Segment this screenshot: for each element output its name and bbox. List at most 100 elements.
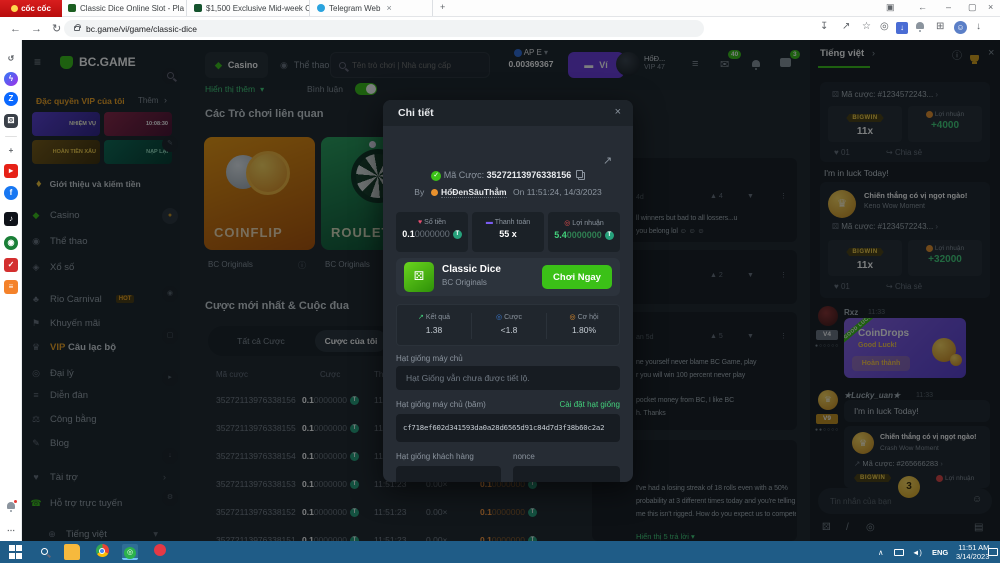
chrome-icon[interactable] — [94, 544, 110, 560]
bcgame-favicon — [68, 4, 76, 12]
tiger-emoji-icon — [431, 189, 438, 196]
red-dot-badge — [13, 499, 18, 504]
reload-icon[interactable]: ↻ — [52, 22, 61, 35]
red-app-icon[interactable] — [152, 544, 168, 560]
bet-id-value: 35272113976338156 — [487, 170, 572, 180]
volume-icon[interactable]: ◄) — [912, 541, 922, 563]
by-label: By — [414, 187, 424, 197]
tab-title: Classic Dice Online Slot - Pla — [80, 4, 184, 13]
divider — [5, 136, 17, 137]
youtube-icon[interactable]: ▸ — [4, 164, 18, 178]
adblock-icon[interactable]: ◎ — [880, 21, 889, 32]
sports-icon[interactable]: ◉ — [4, 236, 18, 250]
stat-label: Cơ hội — [578, 314, 599, 321]
share-icon[interactable]: ↗ — [842, 21, 850, 32]
tab-close-icon[interactable]: × — [386, 3, 391, 13]
file-explorer-icon[interactable] — [64, 544, 80, 560]
tab-classic-dice[interactable]: Classic Dice Online Slot - Pla × — [62, 0, 187, 16]
modal-close-icon[interactable]: × — [615, 106, 621, 118]
forward-icon[interactable]: → — [31, 23, 42, 35]
hashed-seed-field[interactable]: cf718ef602d341593da0a28d6565d91c84d7d3f3… — [396, 414, 620, 442]
minimize-button[interactable]: – — [946, 2, 951, 12]
stat-value-dim: 0000000 — [567, 230, 602, 240]
bettor-username[interactable]: HổĐenSâuThẳm — [441, 187, 507, 198]
server-seed-field[interactable]: Hạt Giống vẫn chưa được tiết lộ. — [396, 366, 620, 390]
clock[interactable]: 11:51 AM 3/14/2023 — [956, 541, 989, 563]
seed-settings-link[interactable]: Cài đặt hạt giống — [560, 400, 621, 409]
bookmark-star-icon[interactable]: ☆ — [862, 21, 871, 32]
tab-strip: cốc cốc Classic Dice Online Slot - Pla ×… — [0, 0, 1000, 17]
nonce-field[interactable] — [513, 466, 620, 482]
panel-icon[interactable]: ▣ — [886, 2, 895, 13]
copy-icon[interactable] — [578, 172, 585, 180]
stat-value-dim: 0000000 — [415, 229, 450, 239]
start-button[interactable] — [8, 544, 24, 560]
taskbar-date: 3/14/2023 — [956, 552, 989, 561]
coccoc-shape: ◎ — [124, 547, 136, 559]
bet-id-row: ✓ Mã Cược: 35272113976338156 — [383, 170, 633, 181]
bcgame-page: ≡ BC.GAME Đặc quyền VIP của tôi Thêm › N… — [22, 40, 1000, 541]
notification-shape — [988, 548, 998, 556]
stat-label: Lợi nhuận — [572, 220, 603, 227]
sync-arrow-icon[interactable]: ← — [918, 2, 927, 12]
client-seed-field[interactable] — [396, 466, 501, 482]
zalo-icon[interactable]: Z — [4, 92, 18, 106]
game-row: ⚄ Classic Dice BC Originals Chơi Ngay — [396, 258, 620, 296]
address-bar[interactable]: bc.game/vi/game/classic-dice — [64, 20, 704, 37]
chance-icon: ◎ — [570, 314, 576, 321]
language-indicator[interactable]: ENG — [932, 541, 948, 563]
client-seed-label: Hạt giống khách hàng — [396, 452, 474, 461]
stat-value: 55 x — [472, 229, 544, 239]
new-tab-button[interactable]: + — [440, 2, 445, 12]
download-manager-icon[interactable]: ↓ — [896, 22, 908, 34]
search-shape — [41, 548, 48, 555]
tab-telegram[interactable]: Telegram Web × — [311, 0, 433, 16]
profile-avatar[interactable]: ☺ — [954, 21, 967, 34]
stat-bet-target: ◎ Cược <1.8 — [472, 305, 546, 347]
bet-byline: By HổĐenSâuThẳm On 11:51:24, 14/3/2023 — [383, 187, 633, 197]
save-tray-icon[interactable]: ↧ — [820, 21, 828, 32]
taskbar-search-icon[interactable] — [36, 544, 52, 560]
verified-icon: ✓ — [431, 171, 441, 181]
bet-details-modal: Chi tiết × ↗ ✓ Mã Cược: 3527211397633815… — [383, 100, 633, 482]
facebook-icon[interactable]: f — [4, 186, 18, 200]
notification-bell-icon[interactable] — [4, 500, 18, 514]
stat-value: 1.80% — [547, 325, 621, 335]
tab-title: $1,500 Exclusive Mid-week C — [206, 4, 310, 13]
extension-bell-icon[interactable] — [916, 21, 924, 32]
game-name: Classic Dice — [442, 264, 501, 275]
coccoc-logo-icon — [11, 5, 18, 12]
profit-icon: ◎ — [564, 220, 570, 227]
extension-icon[interactable]: ⊞ — [936, 21, 944, 32]
download-icon[interactable]: ↓ — [976, 21, 981, 32]
history-icon[interactable]: ↺ — [4, 52, 18, 66]
maximize-button[interactable]: ▢ — [968, 2, 977, 13]
tiktok-icon[interactable]: ♪ — [4, 212, 18, 226]
todo-icon[interactable]: ✓ — [4, 258, 18, 272]
cart-icon[interactable]: ≡ — [4, 280, 18, 294]
stat-label: Thanh toán — [495, 219, 530, 226]
more-apps-icon[interactable]: ⋯ — [4, 524, 18, 538]
stat-value: <1.8 — [472, 325, 546, 335]
chrome-center — [99, 548, 105, 554]
stat-profit: ◎ Lợi nhuận 5.40000000T — [548, 212, 620, 252]
tray-expand-icon[interactable]: ∧ — [878, 541, 884, 563]
tab-promo[interactable]: $1,500 Exclusive Mid-week C × — [188, 0, 310, 16]
play-now-button[interactable]: Chơi Ngay — [542, 265, 612, 289]
network-icon[interactable] — [894, 541, 904, 563]
game-center-icon[interactable]: ⚄ — [4, 114, 18, 128]
url-text[interactable]: bc.game/vi/game/classic-dice — [86, 24, 197, 34]
messenger-icon[interactable]: ϟ — [4, 72, 18, 86]
coccoc-taskbar-icon[interactable]: ◎ — [122, 544, 138, 560]
browser-app-strip: ↺ ϟ Z ⚄ + ▸ f ♪ ◉ ✓ ≡ ⋯ — [0, 40, 22, 541]
share-bet-icon[interactable]: ↗ — [603, 154, 612, 167]
network-shape — [894, 549, 904, 556]
action-center-icon[interactable] — [988, 541, 998, 563]
back-icon[interactable]: ← — [10, 23, 21, 35]
on-label: On — [513, 187, 524, 197]
add-app-icon[interactable]: + — [4, 144, 18, 158]
lock-icon — [74, 26, 80, 31]
modal-title: Chi tiết — [398, 107, 434, 119]
close-window-button[interactable]: × — [988, 2, 993, 12]
stat-payout: ▬ Thanh toán 55 x — [472, 212, 544, 252]
